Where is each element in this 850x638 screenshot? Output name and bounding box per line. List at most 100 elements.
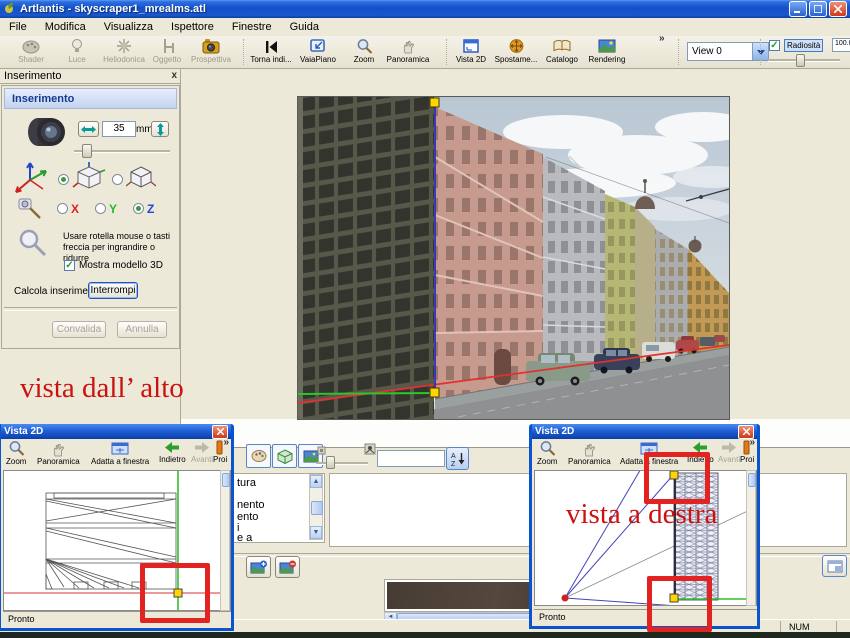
toolbar-button-heliodonica[interactable]: Heliodonica xyxy=(98,37,150,67)
catalog-search-input[interactable] xyxy=(377,450,445,467)
annotation-rect-elevation-top xyxy=(644,452,710,504)
v2d-overflow-chevron[interactable]: » xyxy=(749,437,755,448)
street-photo-with-model xyxy=(298,97,729,419)
axis-y-radio[interactable] xyxy=(95,203,106,214)
v2d-pan-button[interactable]: Panoramica xyxy=(568,440,611,466)
magnifier-axis-icon xyxy=(16,196,44,225)
v2d-overflow-chevron[interactable]: » xyxy=(223,437,229,448)
window-layout-icon xyxy=(827,560,843,573)
toolbar-button-catalogo[interactable]: Catalogo xyxy=(539,37,585,67)
vista2d-right-titlebar[interactable]: Vista 2D xyxy=(532,424,757,439)
list-item[interactable]: tura xyxy=(237,477,256,489)
perspective-viewport[interactable] xyxy=(297,96,730,420)
focal-length-field[interactable]: 35 xyxy=(102,121,136,137)
menu-file[interactable]: File xyxy=(0,19,36,35)
toolbar-button-prospettiva[interactable]: Prospettiva xyxy=(188,37,234,67)
view-select-value: View 0 xyxy=(688,46,722,57)
toolbar-button-rendering[interactable]: Rendering xyxy=(584,37,630,67)
inspector-tab-title: Inserimento xyxy=(4,70,61,82)
arrow-right-gray-icon xyxy=(193,440,211,455)
skip-back-icon xyxy=(263,37,279,54)
model-top-handle[interactable] xyxy=(430,98,439,107)
scroll-up-icon[interactable]: ▲ xyxy=(310,475,322,488)
focal-slider-thumb[interactable] xyxy=(82,144,92,158)
validate-button[interactable]: Convalida xyxy=(52,321,106,338)
radiosity-value-field[interactable]: 100.00 xyxy=(832,38,850,52)
size-large-icon xyxy=(364,443,376,458)
axis-z-radio[interactable] xyxy=(133,203,144,214)
menu-guida[interactable]: Guida xyxy=(281,19,328,35)
v2d-forward-button[interactable]: Avanti xyxy=(718,440,740,464)
toolbar-button-torna-indietro[interactable]: Torna indi... xyxy=(248,37,294,67)
close-button[interactable] xyxy=(829,1,847,17)
toolbar-button-vaiapiano[interactable]: VaiaPiano xyxy=(295,37,341,67)
radiosity-label[interactable]: Radiosità xyxy=(784,39,823,52)
vista2d-left-scrollbar[interactable] xyxy=(220,470,230,611)
arrow-right-gray-icon xyxy=(720,440,738,455)
toolbar-button-shader[interactable]: Shader xyxy=(8,37,54,67)
radiosity-checkbox[interactable]: ✓ xyxy=(769,40,780,51)
menu-modifica[interactable]: Modifica xyxy=(36,19,95,35)
v2d-zoom-button[interactable]: Zoom xyxy=(537,440,557,466)
interrupt-button[interactable]: Interrompi xyxy=(88,282,138,299)
num-lock-indicator: NUM xyxy=(789,622,810,632)
inspector-close-icon[interactable]: x xyxy=(171,70,177,81)
axis-mode-radio-2[interactable] xyxy=(112,174,123,185)
magnifier-icon xyxy=(356,37,373,54)
list-item[interactable]: nento xyxy=(237,499,265,511)
vista2d-right-scrollbar[interactable] xyxy=(746,470,756,606)
vista2d-right-statusbar: Pronto xyxy=(534,609,757,624)
maximize-button[interactable] xyxy=(809,1,827,17)
show-model-checkbox[interactable]: ✓ xyxy=(64,260,75,271)
focal-width-button[interactable] xyxy=(78,121,99,137)
camera-icon xyxy=(201,37,221,54)
scroll-down-icon[interactable]: ▼ xyxy=(310,526,322,539)
thumbnail-size-slider-track[interactable] xyxy=(316,462,368,465)
list-scrollbar[interactable]: ▲ ▼ xyxy=(309,474,323,540)
title-bar[interactable]: Artlantis - skyscraper1_mrealms.atl xyxy=(0,0,850,18)
toolbar-button-oggetto[interactable]: Oggetto xyxy=(144,37,190,67)
toolbar-button-panoramica[interactable]: Panoramica xyxy=(385,37,431,67)
catalog-objects-toggle[interactable] xyxy=(272,444,297,468)
go-to-plane-icon xyxy=(309,37,327,54)
list-item[interactable]: e a xyxy=(237,532,252,544)
menu-ispettore[interactable]: Ispettore xyxy=(162,19,223,35)
toolbar-button-zoom[interactable]: Zoom xyxy=(341,37,387,67)
v2d-pan-button[interactable]: Panoramica xyxy=(37,440,80,466)
axis-z-label: Z xyxy=(147,202,154,216)
toolbar-button-luce[interactable]: Luce xyxy=(54,37,100,67)
annotation-rect-elevation-bottom xyxy=(647,576,712,632)
axis-mode-radio-1[interactable] xyxy=(58,174,69,185)
toolbar-button-vista2d[interactable]: Vista 2D xyxy=(448,37,494,67)
list-item[interactable]: ento xyxy=(237,511,258,523)
toolbar-button-spostamento[interactable]: Spostame... xyxy=(493,37,539,67)
panel-separator xyxy=(4,307,177,311)
menu-visualizza[interactable]: Visualizza xyxy=(95,19,162,35)
cancel-button[interactable]: Annulla xyxy=(117,321,167,338)
radiosity-slider-thumb[interactable] xyxy=(796,54,805,67)
view-select[interactable]: View 0 xyxy=(687,42,769,61)
vista2d-left-titlebar[interactable]: Vista 2D xyxy=(1,424,231,439)
axis-x-radio[interactable] xyxy=(57,203,68,214)
remove-image-button[interactable] xyxy=(275,556,300,578)
toolbar-overflow-chevron[interactable]: » xyxy=(659,33,665,44)
thumbnail-size-slider-thumb[interactable] xyxy=(326,456,335,469)
artlantis-application: Artlantis - skyscraper1_mrealms.atl File… xyxy=(0,0,850,638)
light-bulb-icon xyxy=(69,37,85,54)
focal-height-button[interactable] xyxy=(151,121,169,137)
v2d-forward-button[interactable]: Avanti xyxy=(191,440,213,464)
check-icon: ✓ xyxy=(65,260,73,271)
v2d-zoom-button[interactable]: Zoom xyxy=(6,440,26,466)
annotation-top-view: vista dall’ alto xyxy=(20,372,184,405)
add-image-button[interactable] xyxy=(246,556,271,578)
v2d-fit-button[interactable]: Adatta a finestra xyxy=(91,440,149,466)
scrollbar-thumb[interactable] xyxy=(311,501,323,515)
menu-finestre[interactable]: Finestre xyxy=(223,19,281,35)
minimize-button[interactable] xyxy=(789,1,807,17)
layout-button[interactable] xyxy=(822,555,847,577)
model-bottom-handle[interactable] xyxy=(430,388,439,397)
sort-az-button[interactable]: AZ xyxy=(446,447,469,470)
v2d-back-button[interactable]: Indietro xyxy=(159,440,186,464)
catalog-shaders-toggle[interactable] xyxy=(246,444,271,468)
magnifier-icon xyxy=(8,440,25,457)
